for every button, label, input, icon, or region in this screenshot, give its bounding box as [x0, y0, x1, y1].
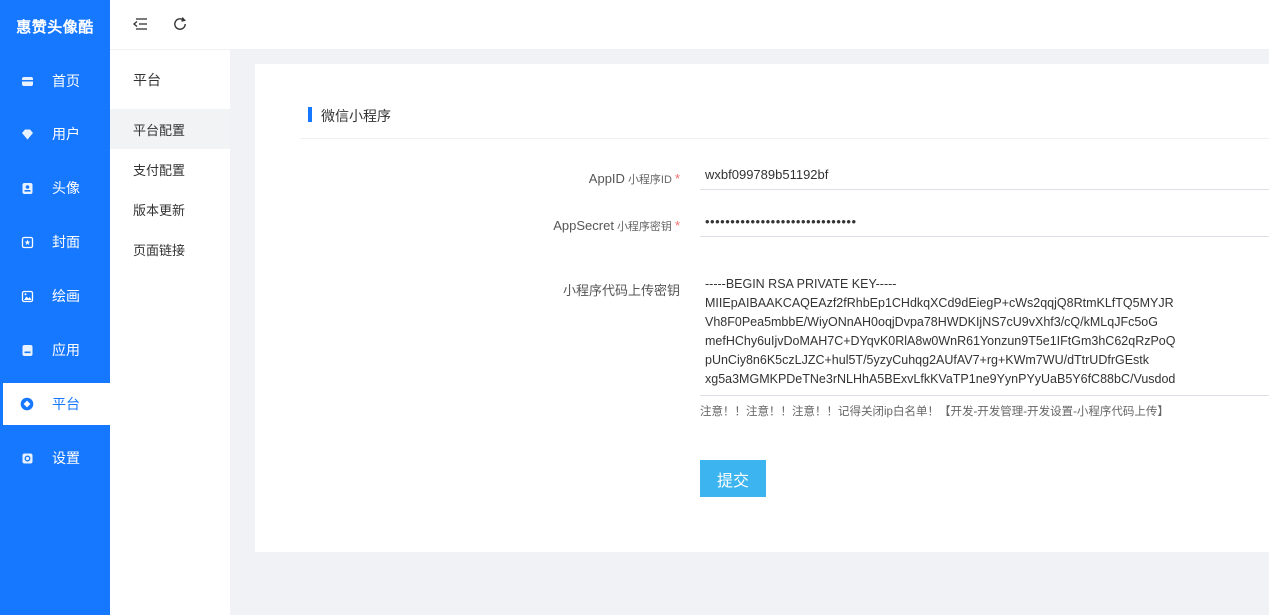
- appsecret-label: AppSecret 小程序密钥 *: [553, 218, 680, 234]
- subnav-item-platform-config[interactable]: 平台配置: [110, 109, 230, 149]
- diamond-icon: [20, 127, 34, 141]
- appsecret-label-sub: 小程序密钥: [616, 221, 672, 233]
- nav-item-apps[interactable]: 应用: [0, 329, 110, 371]
- section-accent-bar: [308, 107, 312, 122]
- subnav-title: 平台: [133, 72, 161, 88]
- sub-sidebar: 平台 平台配置 支付配置 版本更新 页面链接: [110, 50, 230, 615]
- nav-item-painting[interactable]: 绘画: [0, 275, 110, 317]
- appsecret-label-main: AppSecret: [553, 218, 614, 233]
- nav-label: 平台: [52, 396, 80, 412]
- appsecret-input[interactable]: [700, 207, 1269, 237]
- home-icon: [20, 74, 34, 88]
- settings-icon: [20, 451, 34, 465]
- subnav-item-page-links[interactable]: 页面链接: [110, 229, 230, 269]
- nav-label: 设置: [52, 450, 80, 466]
- platform-icon: [20, 397, 34, 411]
- nav-item-cover[interactable]: 封面: [0, 221, 110, 263]
- section-header: 微信小程序: [300, 98, 1269, 139]
- upload-key-label: 小程序代码上传密钥: [562, 283, 680, 298]
- appid-input[interactable]: [700, 160, 1269, 190]
- nav-label: 用户: [52, 126, 80, 142]
- image-icon: [20, 289, 34, 303]
- required-mark: *: [674, 218, 680, 233]
- collapse-menu-icon[interactable]: [130, 14, 150, 34]
- avatar-icon: [20, 181, 34, 195]
- config-card: 微信小程序 AppID小程序ID* AppSecret小程序密钥* 小程序代码上…: [255, 64, 1269, 552]
- brand-logo: 惠赞头像酷: [16, 19, 94, 36]
- appid-label-main: AppID: [588, 171, 625, 186]
- nav-item-platform[interactable]: 平台: [3, 383, 110, 425]
- required-mark: *: [674, 171, 680, 186]
- upload-key-hint: 注意！！注意！！注意！！记得关闭ip白名单！【开发-开发管理-开发设置-小程序代…: [700, 406, 1169, 418]
- appid-label: AppID 小程序ID *: [589, 171, 680, 187]
- section-title: 微信小程序: [321, 108, 391, 124]
- nav-label: 封面: [52, 234, 80, 250]
- nav-label: 绘画: [52, 288, 80, 304]
- top-header: [110, 0, 1269, 50]
- submit-button[interactable]: 提交: [700, 460, 766, 497]
- subnav-item-version-update[interactable]: 版本更新: [110, 189, 230, 229]
- nav-item-home[interactable]: 首页: [0, 60, 110, 102]
- nav-item-avatar[interactable]: 头像: [0, 167, 110, 209]
- app-icon: [20, 343, 34, 357]
- appid-label-sub: 小程序ID: [627, 174, 672, 186]
- refresh-icon[interactable]: [170, 14, 190, 34]
- nav-label: 首页: [52, 73, 80, 89]
- upload-key-wrapper: -----BEGIN RSA PRIVATE KEY----- MIIEpAIB…: [700, 275, 1269, 396]
- nav-item-settings[interactable]: 设置: [0, 437, 110, 479]
- star-icon: [20, 235, 34, 249]
- subnav-item-payment-config[interactable]: 支付配置: [110, 149, 230, 189]
- upload-key-textarea[interactable]: -----BEGIN RSA PRIVATE KEY----- MIIEpAIB…: [700, 275, 1269, 395]
- nav-label: 头像: [52, 180, 80, 196]
- main-sidebar: 惠赞头像酷 首页 用户 头像 封面 绘画 应用 平台 设置: [0, 0, 110, 615]
- nav-label: 应用: [52, 342, 80, 358]
- nav-item-users[interactable]: 用户: [0, 113, 110, 155]
